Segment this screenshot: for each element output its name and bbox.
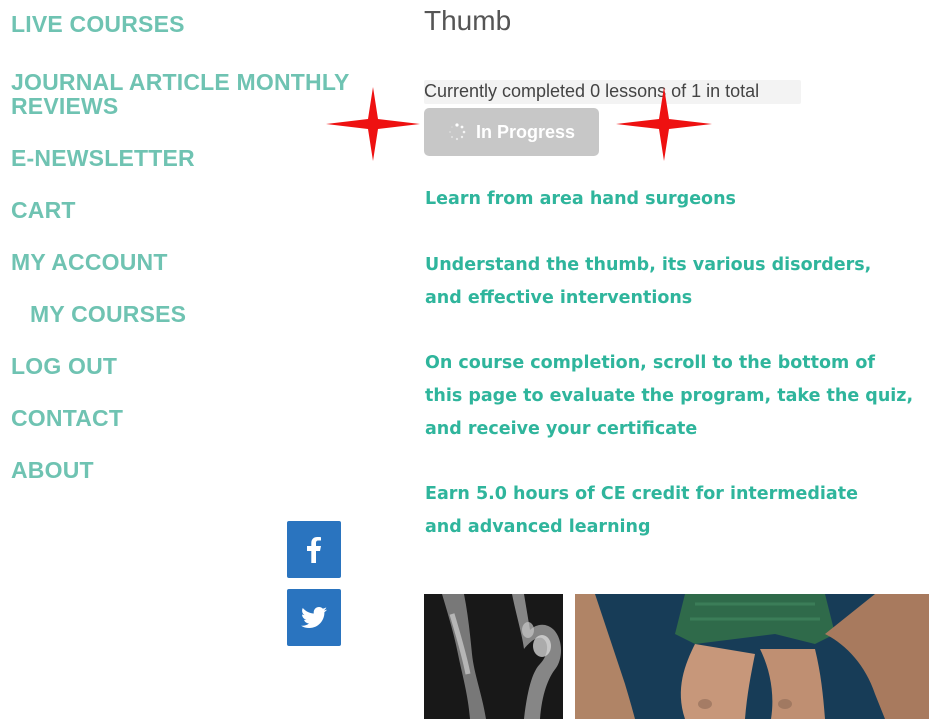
nav-item-my-courses[interactable]: MY COURSES [30,302,186,326]
course-point-1: Learn from area hand surgeons [425,189,736,209]
facebook-share-button[interactable] [287,521,341,578]
child-hands-image [575,594,929,719]
xray-illustration [424,594,563,719]
nav-item-my-account[interactable]: MY ACCOUNT [11,250,168,274]
nav-item-live-courses[interactable]: LIVE COURSES [11,12,185,36]
page-title: Thumb [424,5,512,36]
red-star-marker-left [326,87,420,161]
facebook-icon [307,536,321,563]
page: LIVE COURSES JOURNAL ARTICLE MONTHLY REV… [0,0,929,719]
twitter-share-button[interactable] [287,589,341,646]
in-progress-status-button[interactable]: In Progress [424,108,599,156]
thumb-xray-image [424,594,563,719]
spinner-icon [449,123,466,141]
course-point-3: On course completion, scroll to the bott… [425,353,914,439]
course-point-4: Earn 5.0 hours of CE credit for intermed… [425,484,858,537]
nav-item-about[interactable]: ABOUT [11,458,94,482]
hands-illustration [575,594,929,719]
nav-item-cart[interactable]: CART [11,198,76,222]
red-star-marker-right [616,87,712,161]
course-point-2: Understand the thumb, its various disord… [425,255,872,308]
nav-item-contact[interactable]: CONTACT [11,406,123,430]
nav-item-journal-article-monthly-reviews[interactable]: JOURNAL ARTICLE MONTHLY REVIEWS [11,70,351,118]
nav-item-log-out[interactable]: LOG OUT [11,354,117,378]
nav-item-e-newsletter[interactable]: E-NEWSLETTER [11,146,195,170]
status-label: In Progress [475,121,576,142]
twitter-icon [301,606,327,628]
